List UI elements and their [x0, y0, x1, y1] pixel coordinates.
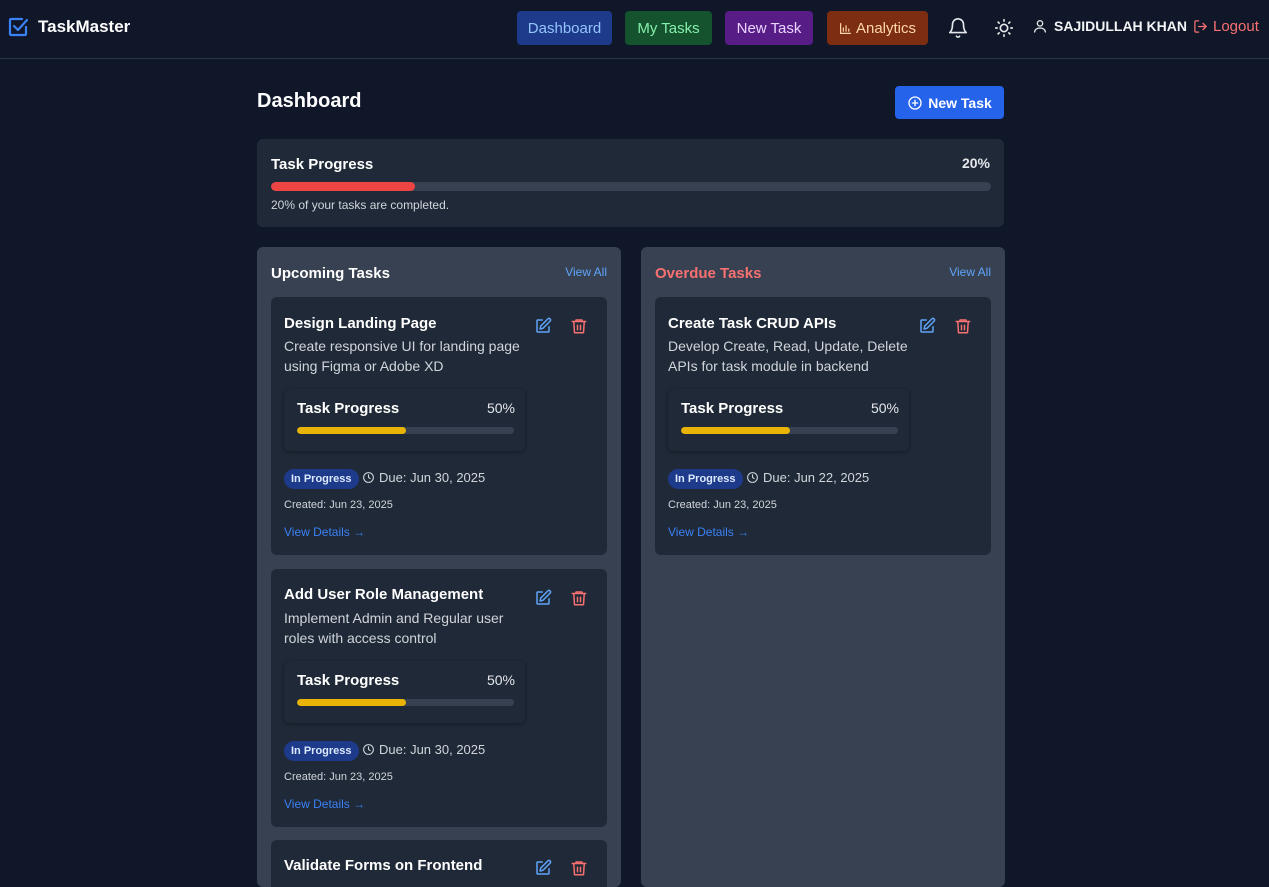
top-navbar: TaskMaster Dashboard My Tasks New Task A… [0, 0, 1269, 59]
nav-new-task-button[interactable]: New Task [725, 11, 813, 45]
overdue-tasks-panel: Overdue Tasks View All Create Task CRUD … [641, 247, 1005, 887]
status-badge: In Progress [284, 741, 359, 761]
clock-icon [363, 744, 374, 755]
user-menu[interactable]: SAJIDULLAH KHAN [1032, 18, 1187, 34]
due-date: Due: Jun 30, 2025 [362, 470, 485, 485]
task-progress-box: Task Progress 50% [284, 661, 525, 723]
clock-icon [747, 472, 758, 483]
task-description: Develop Create, Read, Update, Delete API… [668, 338, 908, 374]
task-progress-box: Task Progress 50% [284, 389, 525, 451]
task-progress-track [297, 699, 514, 706]
overall-progress-track [271, 182, 991, 191]
due-date: Due: Jun 22, 2025 [746, 470, 869, 485]
overall-progress-fill [271, 182, 415, 191]
overall-progress-card: Task Progress 20% 20% of your tasks are … [257, 139, 1004, 227]
trash-icon[interactable] [570, 317, 588, 335]
task-title: Design Landing Page [284, 315, 437, 332]
task-progress-title: Task Progress [297, 672, 400, 689]
trash-icon[interactable] [954, 317, 972, 335]
task-progress-box: Task Progress 50% [668, 389, 909, 451]
user-name: SAJIDULLAH KHAN [1054, 18, 1187, 34]
task-progress-title: Task Progress [297, 400, 400, 417]
upcoming-view-all-link[interactable]: View All [565, 265, 607, 279]
logout-button[interactable]: Logout [1193, 18, 1259, 35]
bar-chart-icon [840, 22, 851, 34]
task-progress-title: Task Progress [681, 400, 784, 417]
overdue-view-all-link[interactable]: View All [949, 265, 991, 279]
new-task-button[interactable]: New Task [895, 86, 1004, 119]
task-progress-percent: 50% [486, 672, 515, 688]
task-progress-track [297, 427, 514, 434]
new-task-label: New Task [928, 94, 992, 111]
logout-label: Logout [1213, 18, 1259, 35]
task-progress-fill [297, 427, 406, 434]
view-details-link[interactable]: View Details → [668, 525, 749, 539]
due-date-label: Due: Jun 30, 2025 [379, 742, 486, 757]
page-title: Dashboard [257, 90, 362, 112]
task-progress-fill [297, 699, 406, 706]
task-card: Validate Forms on Frontend [271, 840, 607, 887]
status-badge: In Progress [284, 469, 359, 489]
overdue-tasks-title: Overdue Tasks [655, 265, 762, 282]
plus-circle-icon [908, 95, 922, 110]
overall-progress-subtitle: 20% of your tasks are completed. [271, 198, 450, 212]
nav-analytics-label: Analytics [855, 19, 917, 37]
trash-icon[interactable] [570, 859, 588, 877]
nav-dashboard-button[interactable]: Dashboard [517, 11, 612, 45]
task-card: Add User Role Management Implement Admin… [271, 569, 607, 827]
overall-progress-percent: 20% [961, 155, 990, 171]
notification-bell-icon[interactable] [947, 17, 969, 39]
theme-toggle-sun-icon[interactable] [993, 17, 1015, 39]
task-card: Create Task CRUD APIs Develop Create, Re… [655, 297, 991, 555]
task-progress-track [681, 427, 898, 434]
trash-icon[interactable] [570, 589, 588, 607]
task-progress-fill [681, 427, 790, 434]
edit-icon[interactable] [918, 317, 936, 335]
brand[interactable]: TaskMaster [6, 15, 130, 39]
view-details-link[interactable]: View Details → [284, 525, 365, 539]
status-badge: In Progress [668, 469, 743, 489]
task-title: Create Task CRUD APIs [668, 315, 837, 332]
edit-icon[interactable] [534, 317, 552, 335]
due-date-label: Due: Jun 30, 2025 [379, 470, 486, 485]
created-date: Created: Jun 23, 2025 [284, 771, 393, 783]
created-date: Created: Jun 23, 2025 [668, 499, 777, 511]
task-title: Add User Role Management [284, 586, 484, 603]
edit-icon[interactable] [534, 859, 552, 877]
nav-analytics-button[interactable]: Analytics [827, 11, 928, 45]
clock-icon [363, 472, 374, 483]
app-name: TaskMaster [38, 17, 131, 36]
task-progress-percent: 50% [486, 400, 515, 416]
checkbox-logo-icon [8, 17, 29, 37]
task-description: Implement Admin and Regular user roles w… [284, 610, 504, 646]
task-card: Design Landing Page Create responsive UI… [271, 297, 607, 555]
created-date: Created: Jun 23, 2025 [284, 499, 393, 511]
view-details-link[interactable]: View Details → [284, 797, 365, 811]
upcoming-tasks-panel: Upcoming Tasks View All Design Landing P… [257, 247, 621, 887]
upcoming-tasks-title: Upcoming Tasks [271, 265, 390, 282]
logout-icon [1194, 20, 1207, 33]
nav-my-tasks-button[interactable]: My Tasks [625, 11, 712, 45]
edit-icon[interactable] [534, 589, 552, 607]
due-date-label: Due: Jun 22, 2025 [763, 470, 870, 485]
overall-progress-title: Task Progress [271, 156, 374, 173]
user-icon [1034, 20, 1046, 33]
task-progress-percent: 50% [870, 400, 899, 416]
due-date: Due: Jun 30, 2025 [362, 742, 485, 757]
task-description: Create responsive UI for landing page us… [284, 338, 520, 374]
task-title: Validate Forms on Frontend [284, 857, 483, 874]
